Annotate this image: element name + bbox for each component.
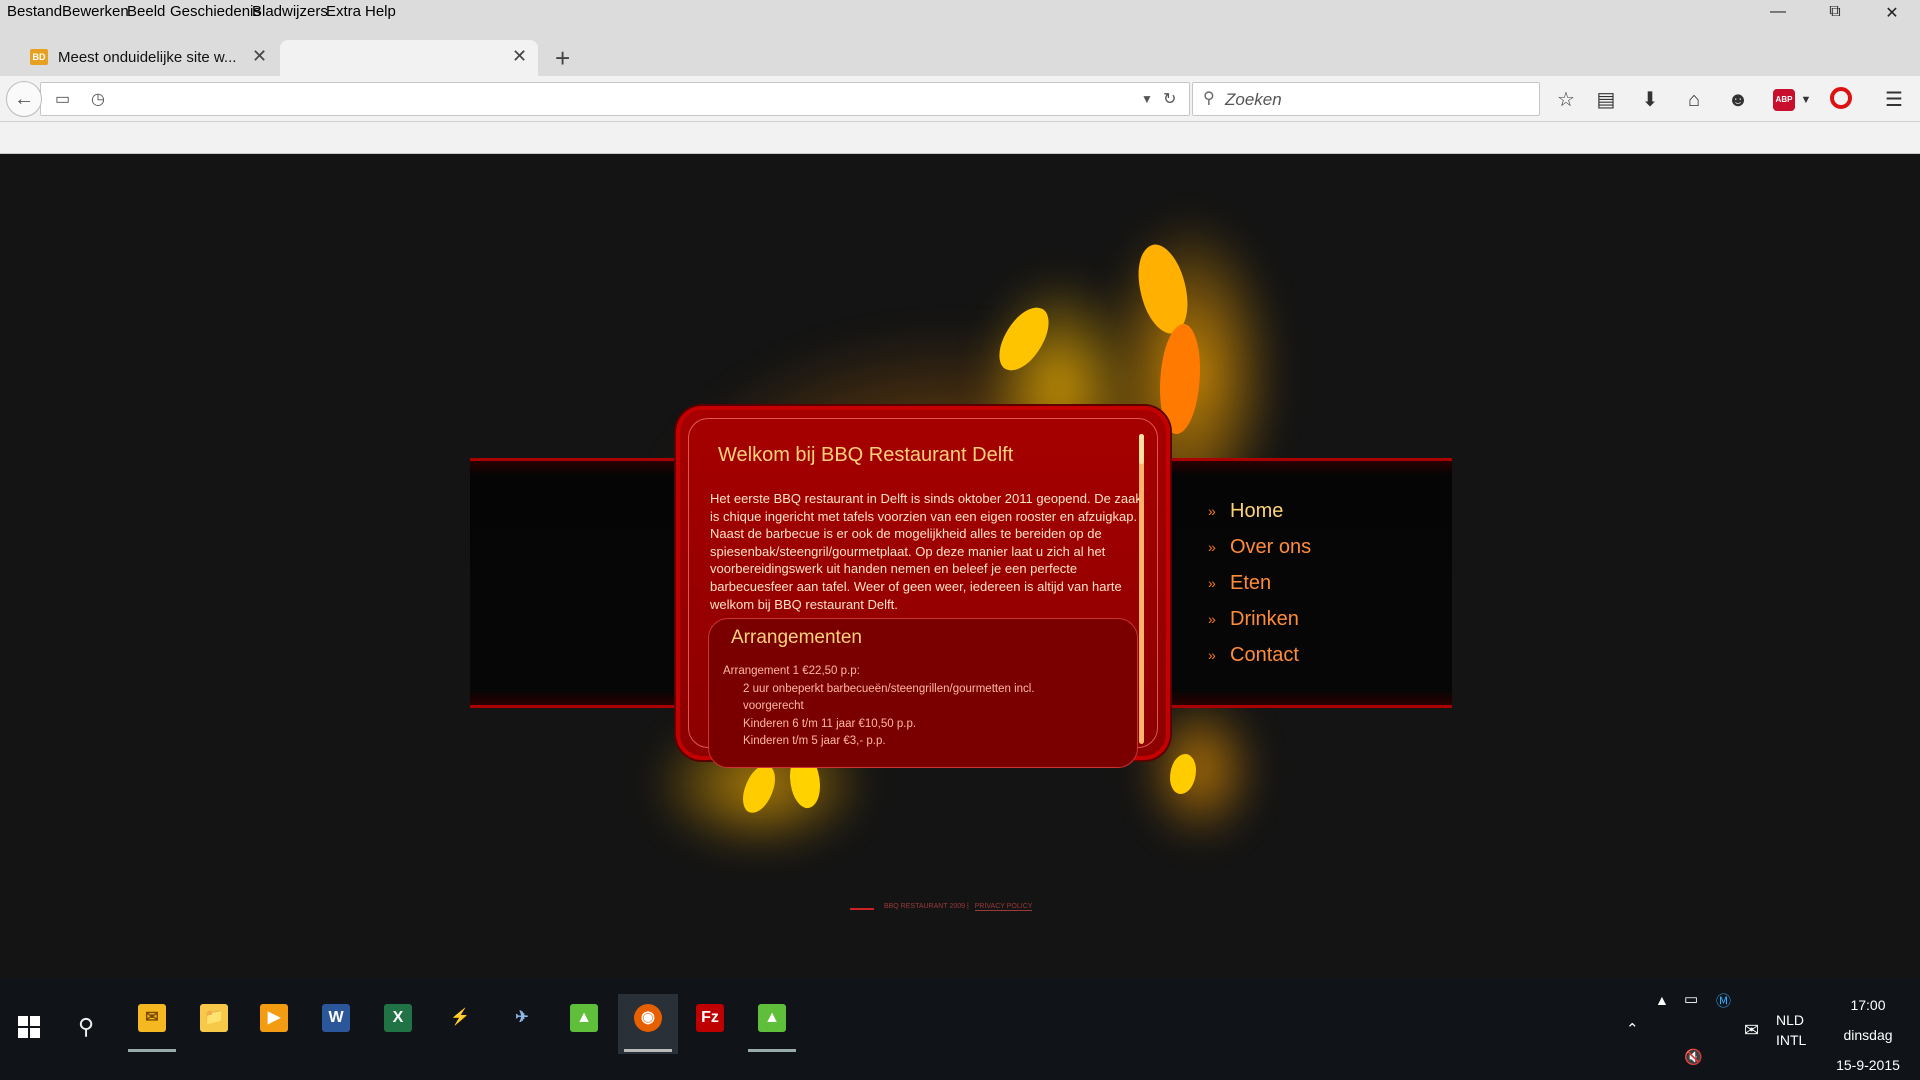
privacy-policy-link[interactable]: PRIVACY POLICY xyxy=(974,902,1033,911)
tab-bar: BD Meest onduidelijke site w... ✕ ✕ + xyxy=(0,26,1920,76)
page-title: Welkom bij BBQ Restaurant Delft xyxy=(718,444,1014,466)
reading-list-icon[interactable]: ▤ xyxy=(1592,86,1620,114)
chat-icon[interactable]: ☻ xyxy=(1724,86,1752,114)
arrangements-list: Arrangement 1 €22,50 p.p: 2 uur onbeperk… xyxy=(723,663,1035,751)
footer-logo xyxy=(850,902,874,910)
footer-text: BBQ RESTAURANT 2009 | xyxy=(883,902,969,910)
bluestacks-tray-icon[interactable]: ▲ xyxy=(1655,992,1669,1008)
menu-icon[interactable]: ☰ xyxy=(1880,86,1908,114)
minimize-icon[interactable]: — xyxy=(1758,3,1798,25)
language-indicator[interactable]: NLD INTL xyxy=(1776,1010,1806,1050)
intro-text: Het eerste BBQ restaurant in Delft is si… xyxy=(710,491,1142,612)
excel-icon[interactable]: X xyxy=(368,994,428,1054)
chevron-right-icon: » xyxy=(1208,647,1216,663)
arrangements-title: Arrangementen xyxy=(731,627,862,648)
list-item: 2 uur onbeperkt barbecueën/steengrillen/… xyxy=(743,682,1035,695)
clock-day: dinsdag xyxy=(1843,1027,1893,1043)
tab-second[interactable]: ✕ xyxy=(280,40,538,76)
menu-geschiedenis[interactable]: Geschiedenis xyxy=(170,3,261,20)
chevron-right-icon: » xyxy=(1208,575,1216,591)
menu-bewerken[interactable]: Bewerken xyxy=(62,3,129,20)
chevron-up-icon[interactable]: ⌃ xyxy=(1626,1020,1639,1038)
search-input[interactable]: ⚲ Zoeken xyxy=(1192,82,1540,116)
menu-bladwijzers[interactable]: Bladwijzers xyxy=(252,3,328,20)
system-clock[interactable]: 17:00 dinsdag 15-9-2015 xyxy=(1820,990,1916,1080)
firefox-icon[interactable]: ◉ xyxy=(618,994,678,1054)
nav-bar: ▭ ◷ ▼ ↻ ← ⚲ Zoeken ☆ ▤ ⬇ ⌂ ☻ ABP ▼ ☰ xyxy=(0,76,1920,122)
windows-start-icon[interactable] xyxy=(18,1016,40,1038)
history-dropdown-icon[interactable]: ▼ xyxy=(1141,92,1153,106)
outlook-icon[interactable]: ✉ xyxy=(122,994,182,1054)
notifications-icon[interactable]: ✉ xyxy=(1744,1020,1759,1041)
bluestacks-icon-2[interactable]: ▲ xyxy=(742,994,802,1054)
list-item: Arrangement 1 €22,50 p.p: xyxy=(723,665,860,677)
tab-close-icon[interactable]: ✕ xyxy=(512,46,527,67)
media-player-icon[interactable]: ▶ xyxy=(244,994,304,1054)
word-icon[interactable]: W xyxy=(306,994,366,1054)
network-icon[interactable]: ✈ xyxy=(492,994,552,1054)
list-item: Kinderen t/m 5 jaar €3,- p.p. xyxy=(743,735,886,748)
chevron-right-icon: » xyxy=(1208,611,1216,627)
scrollbar-thumb[interactable] xyxy=(1139,434,1144,464)
close-icon[interactable]: ✕ xyxy=(1872,3,1912,25)
reload-icon[interactable]: ↻ xyxy=(1163,89,1176,109)
site-favicon: BD xyxy=(30,49,48,65)
tab-active-site[interactable]: BD Meest onduidelijke site w... ✕ xyxy=(20,40,280,76)
menu-bestand[interactable]: Bestand xyxy=(7,3,62,20)
clock-date: 15-9-2015 xyxy=(1836,1057,1900,1073)
clock-time: 17:00 xyxy=(1850,997,1886,1013)
taskbar: ⚲ ✉ 📁 ▶ W X ⚡ ✈ ▲ ◉ Fz ▲ ▲ ▭ Ⓜ ⌃ 🔇 ✉ NLD… xyxy=(0,978,1920,1080)
volume-muted-icon[interactable]: 🔇 xyxy=(1684,1048,1703,1066)
skype-tray-icon[interactable]: Ⓜ xyxy=(1716,990,1731,1011)
search-placeholder: Zoeken xyxy=(1225,90,1282,109)
filezilla-icon[interactable]: Fz xyxy=(680,994,740,1054)
arrangements-box: Arrangementen Arrangement 1 €22,50 p.p: … xyxy=(708,618,1138,768)
site-identity-icon[interactable]: ◷ xyxy=(91,89,105,109)
home-icon[interactable]: ⌂ xyxy=(1680,86,1708,114)
chevron-right-icon: » xyxy=(1208,503,1216,519)
tab-close-icon[interactable]: ✕ xyxy=(252,46,267,67)
content-scrollbar[interactable] xyxy=(1139,434,1144,744)
page-footer: BBQ RESTAURANT 2009 | PRIVACY POLICY xyxy=(850,902,1033,911)
tab-groups-icon[interactable]: ▭ xyxy=(55,89,70,109)
bookmarks-bar xyxy=(0,122,1920,154)
list-item: voorgerecht xyxy=(743,700,804,713)
bookmark-star-icon[interactable]: ☆ xyxy=(1552,86,1580,114)
search-icon[interactable]: ⚲ xyxy=(78,1014,94,1040)
menu-beeld[interactable]: Beeld xyxy=(127,3,165,20)
tab-title: Meest onduidelijke site w... xyxy=(58,49,237,66)
url-bar[interactable]: ▭ ◷ ▼ ↻ xyxy=(40,82,1190,116)
menu-help[interactable]: Help xyxy=(365,3,396,20)
restore-icon[interactable]: ⧉ xyxy=(1815,3,1855,25)
menu-bar: Bestand Bewerken Beeld Geschiedenis Blad… xyxy=(0,0,1920,26)
tool-icon[interactable]: ⚡ xyxy=(430,994,490,1054)
search-icon: ⚲ xyxy=(1203,90,1215,107)
bluestacks-icon[interactable]: ▲ xyxy=(554,994,614,1054)
menu-extra[interactable]: Extra xyxy=(326,3,361,20)
file-explorer-icon[interactable]: 📁 xyxy=(184,994,244,1054)
download-icon[interactable]: ⬇ xyxy=(1636,86,1664,114)
back-button[interactable]: ← xyxy=(6,81,42,117)
web-page: Welkom bij BBQ Restaurant Delft Het eers… xyxy=(0,154,1920,978)
chevron-right-icon: » xyxy=(1208,539,1216,555)
adblock-dropdown-icon[interactable]: ▼ xyxy=(1792,86,1820,114)
display-tray-icon[interactable]: ▭ xyxy=(1684,990,1698,1008)
opera-icon[interactable] xyxy=(1830,87,1852,109)
content-panel: Welkom bij BBQ Restaurant Delft Het eers… xyxy=(676,406,1170,768)
new-tab-icon[interactable]: + xyxy=(555,45,570,71)
list-item: Kinderen 6 t/m 11 jaar €10,50 p.p. xyxy=(743,717,917,730)
